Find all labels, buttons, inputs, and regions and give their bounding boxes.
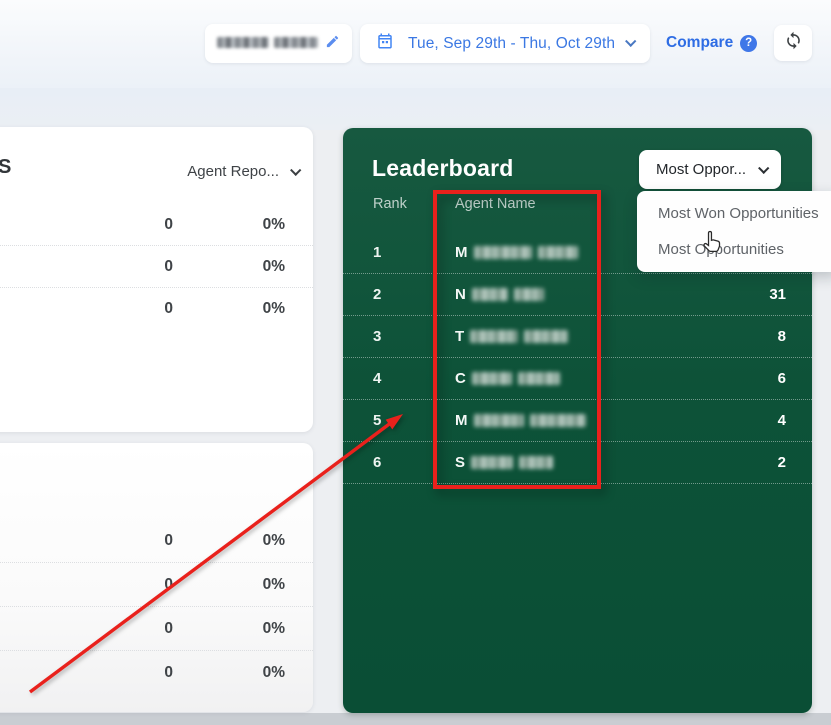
chevron-down-icon: [758, 162, 770, 174]
agent-name-cell: N: [455, 286, 544, 303]
user-name-blur-segment: [217, 36, 269, 48]
agent-name-blur-segment: [471, 456, 514, 469]
stat-row: 0 0%: [0, 288, 313, 330]
leaderboard-row: 6 S 2: [343, 442, 812, 484]
bottom-strip: [0, 713, 831, 725]
agent-initial: S: [455, 454, 466, 471]
agent-report-dropdown-label: Agent Repo...: [187, 163, 279, 180]
rank-cell: 6: [373, 454, 382, 471]
agent-name-cell: S: [455, 454, 554, 471]
leaderboard-sort-label: Most Oppor...: [656, 161, 747, 178]
agent-name-blur-segment: [519, 456, 554, 469]
agent-name-cell: M: [455, 412, 586, 429]
percent-cell: 0%: [262, 664, 285, 681]
agent-name-blur-segment: [473, 246, 532, 259]
count-cell: 0: [164, 215, 173, 233]
leaderboard-row: 3 T 8: [343, 316, 812, 358]
agent-initial: C: [455, 370, 466, 387]
agent-name-blur-segment: [537, 246, 578, 259]
rank-cell: 1: [373, 244, 382, 261]
sort-dropdown-menu: Most Won Opportunities Most Opportunities: [637, 191, 831, 272]
value-cell: 4: [777, 412, 786, 429]
agent-name-cell: T: [455, 328, 569, 345]
agent-name-blur-segment: [529, 414, 586, 427]
rank-cell: 2: [373, 286, 382, 303]
compare-button[interactable]: Compare ?: [666, 33, 758, 53]
count-cell: 0: [164, 257, 173, 275]
agent-name-cell: M: [455, 244, 578, 261]
agent-name-blur-segment: [524, 330, 569, 343]
leaderboard-title: Leaderboard: [372, 155, 514, 181]
help-icon[interactable]: ?: [740, 34, 758, 52]
stat-row: 0 0%: [0, 651, 313, 695]
stat-row: 0 0%: [0, 204, 313, 246]
stat-row: 0 0%: [0, 563, 313, 607]
stats-rows: 0 0% 0 0% 0 0%: [0, 204, 313, 330]
value-cell: 8: [777, 328, 786, 345]
value-cell: 31: [769, 286, 786, 303]
card-title-fragment: S: [0, 156, 12, 178]
percent-cell: 0%: [262, 300, 285, 317]
leaderboard-row: 5 M 4: [343, 400, 812, 442]
value-cell: 2: [777, 454, 786, 471]
count-cell: 0: [164, 619, 173, 637]
rank-column-header: Rank: [373, 196, 407, 212]
agent-initial: M: [455, 412, 468, 429]
percent-cell: 0%: [262, 531, 285, 549]
calendar-icon: [376, 32, 394, 55]
menu-item-most-won-opportunities[interactable]: Most Won Opportunities: [637, 195, 831, 231]
agent-name-blur-segment: [513, 288, 544, 301]
percent-cell: 0%: [262, 215, 285, 233]
agent-name-column-header: Agent Name: [455, 196, 536, 212]
rank-cell: 5: [373, 412, 382, 429]
agent-name-blur-segment: [517, 372, 560, 385]
percent-cell: 0%: [262, 575, 285, 593]
agent-name-blur-segment: [471, 372, 512, 385]
percent-cell: 0%: [262, 619, 285, 637]
leaderboard-sort-dropdown[interactable]: Most Oppor...: [639, 150, 781, 189]
user-selector[interactable]: [205, 24, 352, 63]
user-name-blur-segment: [274, 36, 318, 48]
agent-name-blur-segment: [470, 330, 519, 343]
date-range-label: Tue, Sep 29th - Thu, Oct 29th: [408, 34, 616, 52]
agent-initial: T: [455, 328, 465, 345]
rank-cell: 4: [373, 370, 382, 387]
count-cell: 0: [164, 531, 173, 549]
agent-name-blur-segment: [473, 414, 524, 427]
date-range-picker[interactable]: Tue, Sep 29th - Thu, Oct 29th: [360, 24, 650, 63]
stats-rows: 0 0% 0 0% 0 0% 0 0%: [0, 519, 313, 695]
menu-item-most-opportunities[interactable]: Most Opportunities: [637, 231, 831, 267]
agent-name-cell: C: [455, 370, 560, 387]
refresh-button[interactable]: [774, 25, 812, 61]
value-cell: 6: [777, 370, 786, 387]
leaderboard-row: 2 N 31: [343, 274, 812, 316]
refresh-sync-icon: [784, 31, 803, 55]
stat-row: 0 0%: [0, 246, 313, 288]
compare-label: Compare: [666, 34, 734, 51]
edit-pencil-icon: [325, 34, 340, 54]
stats-card-top: S Agent Repo... 0 0% 0 0% 0 0%: [0, 127, 313, 432]
count-cell: 0: [164, 664, 173, 681]
agent-name-blur-segment: [471, 288, 508, 301]
user-name-blurred: [217, 35, 323, 53]
agent-initial: N: [455, 286, 466, 303]
stat-row: 0 0%: [0, 607, 313, 651]
agent-report-dropdown[interactable]: Agent Repo...: [187, 163, 302, 180]
agent-initial: M: [455, 244, 468, 261]
content-background-band: [0, 88, 831, 130]
count-cell: 0: [164, 300, 173, 317]
stats-card-bottom: 0 0% 0 0% 0 0% 0 0%: [0, 443, 313, 712]
leaderboard-row: 4 C 6: [343, 358, 812, 400]
rank-cell: 3: [373, 328, 382, 345]
chevron-down-icon: [290, 164, 302, 176]
stat-row: 0 0%: [0, 519, 313, 563]
chevron-down-icon: [625, 35, 637, 47]
count-cell: 0: [164, 575, 173, 593]
percent-cell: 0%: [262, 257, 285, 275]
